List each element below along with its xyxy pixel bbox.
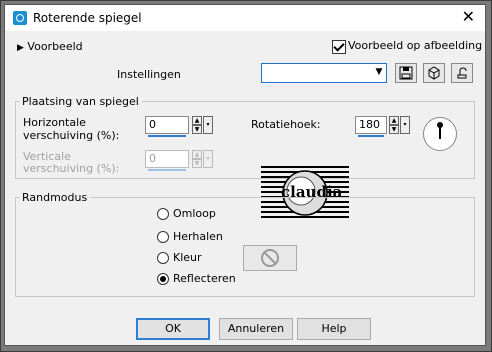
focus-underline (148, 169, 186, 171)
edge-reflecteren-label: Reflecteren (173, 272, 236, 285)
edge-omloop-label: Omloop (173, 207, 216, 220)
edge-reflecteren-radio[interactable] (157, 273, 169, 285)
focus-underline (148, 135, 186, 137)
ok-button[interactable]: OK (136, 318, 210, 340)
edge-herhalen-radio[interactable] (157, 231, 169, 243)
rotation-value: 180 (359, 118, 380, 131)
preview-on-image-checkbox[interactable] (332, 40, 346, 54)
horizontal-spin-up[interactable]: ▲ (192, 116, 202, 125)
settings-label: Instellingen (117, 68, 181, 81)
preview-on-image-label: Voorbeeld op afbeelding (348, 39, 483, 52)
save-preset-button[interactable] (395, 63, 417, 83)
horizontal-offset-input[interactable]: 0 (145, 116, 189, 137)
chevron-down-icon: ▼ (375, 67, 383, 77)
vertical-spin-down: ▼ (192, 159, 202, 168)
vertical-offset-value: 0 (149, 152, 156, 165)
rotation-slider-toggle[interactable]: ▾ (400, 116, 410, 134)
placement-group-label: Plaatsing van spiegel (19, 95, 142, 108)
rotation-dial[interactable] (423, 117, 457, 151)
edge-kleur-radio[interactable] (157, 252, 169, 264)
reset-button[interactable] (451, 63, 473, 83)
app-icon (13, 11, 27, 25)
vertical-spin-up: ▲ (192, 150, 202, 159)
dice-icon (428, 66, 440, 80)
rotation-label: Rotatiehoek: (251, 118, 321, 131)
horizontal-offset-label-2: verschuiving (%): (23, 129, 120, 142)
triangle-right-icon: ▶ (17, 43, 24, 53)
cancel-button[interactable]: Annuleren (219, 318, 293, 340)
horizontal-spin-down[interactable]: ▼ (192, 125, 202, 134)
horizontal-offset-label-1: Horizontale (23, 116, 86, 129)
rotation-spin-up[interactable]: ▲ (389, 116, 399, 125)
title-bar: Roterende spiegel ✕ (5, 5, 485, 31)
vertical-slider-toggle: ▾ (203, 150, 213, 168)
edge-kleur-label: Kleur (173, 251, 202, 264)
rotation-input[interactable]: 180 (355, 116, 387, 137)
no-color-icon (261, 249, 279, 267)
randomize-button[interactable] (423, 63, 445, 83)
edge-omloop-radio[interactable] (157, 208, 169, 220)
edge-color-swatch[interactable] (243, 245, 297, 271)
vertical-offset-label-2: verschuiving (%): (23, 162, 120, 175)
edge-herhalen-label: Herhalen (173, 230, 223, 243)
dialog-window: Roterende spiegel ✕ ▶ Voorbeeld Voorbeel… (4, 4, 486, 346)
horizontal-slider-toggle[interactable]: ▾ (203, 116, 213, 134)
preview-toggle[interactable]: ▶ Voorbeeld (17, 40, 83, 53)
rotation-spin-down[interactable]: ▼ (389, 125, 399, 134)
settings-combo[interactable]: ▼ (261, 63, 387, 83)
focus-underline (358, 135, 384, 137)
vertical-offset-input: 0 (145, 150, 189, 171)
close-icon[interactable]: ✕ (462, 8, 475, 26)
window-title: Roterende spiegel (33, 11, 142, 25)
horizontal-offset-value: 0 (149, 118, 156, 131)
dial-needle (439, 125, 441, 139)
help-button[interactable]: Help (297, 318, 371, 340)
reset-icon (457, 67, 467, 79)
preview-toggle-label: Voorbeeld (27, 40, 83, 53)
edge-mode-group-label: Randmodus (19, 191, 91, 204)
floppy-disk-icon (399, 66, 413, 80)
